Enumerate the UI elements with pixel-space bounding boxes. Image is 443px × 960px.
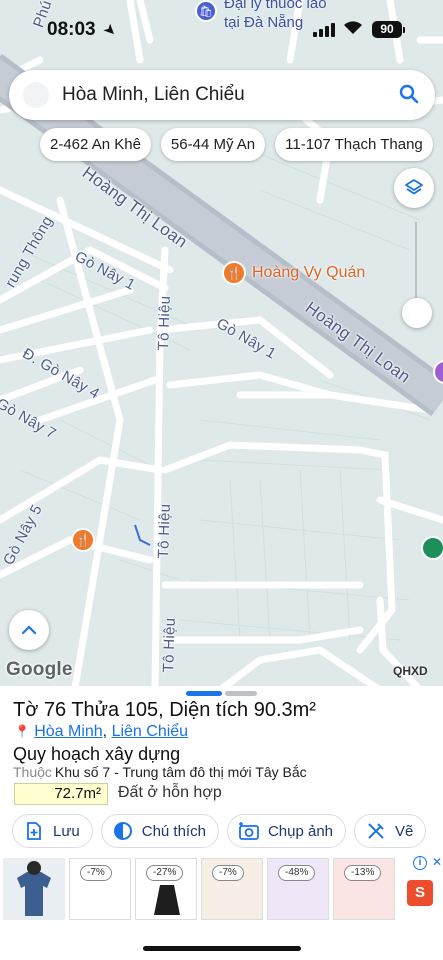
pencil-ruler-icon bbox=[365, 820, 387, 842]
legend-button[interactable]: Chú thích bbox=[100, 814, 219, 848]
ad-info-icon[interactable]: i bbox=[413, 856, 427, 870]
search-bar[interactable]: Hòa Minh, Liên Chiểu bbox=[9, 70, 435, 120]
restaurant-pin-icon[interactable]: 🍴 bbox=[222, 261, 246, 285]
chip-an-khe[interactable]: 2-462 An Khê bbox=[40, 128, 151, 161]
skirt-thumbnail bbox=[154, 885, 180, 915]
draw-button[interactable]: Vẽ bbox=[354, 814, 427, 848]
district-link[interactable]: Liên Chiểu bbox=[112, 723, 189, 740]
shopee-logo-icon[interactable]: S bbox=[407, 880, 433, 906]
location-arrow-icon: ➤ bbox=[99, 19, 121, 41]
layers-button[interactable] bbox=[394, 168, 434, 208]
overlay-tag: QHXD bbox=[393, 664, 428, 678]
wifi-icon bbox=[343, 20, 363, 40]
road-label-to-hieu-3: Tô Hiệu bbox=[160, 617, 179, 673]
plan-title: Quy hoạch xây dựng bbox=[13, 744, 181, 764]
search-query[interactable]: Hòa Minh, Liên Chiểu bbox=[62, 84, 245, 106]
parcel-bottom-sheet: Tờ 76 Thửa 105, Diện tích 90.3m² 📍 Hòa Mi… bbox=[0, 686, 443, 960]
ward-link[interactable]: Hòa Minh bbox=[34, 723, 102, 740]
layers-icon bbox=[405, 179, 423, 195]
camera-add-icon bbox=[238, 820, 260, 842]
home-indicator[interactable] bbox=[143, 946, 301, 951]
ad-product-6[interactable]: -13% bbox=[333, 858, 395, 920]
discount-badge: -13% bbox=[344, 865, 382, 881]
chevron-up-icon bbox=[21, 625, 37, 635]
ad-product-5[interactable]: -48% bbox=[267, 858, 329, 920]
land-type: Đất ở hỗn hợp bbox=[118, 784, 222, 801]
location-pin-icon: 📍 bbox=[14, 724, 31, 739]
ad-product-2[interactable]: -7% bbox=[69, 858, 131, 920]
ad-product-4[interactable]: -7% bbox=[201, 858, 263, 920]
contrast-icon bbox=[112, 820, 134, 842]
chip-my-an[interactable]: 56-44 Mỹ An bbox=[160, 128, 266, 161]
search-icon[interactable] bbox=[397, 82, 421, 106]
save-doc-icon bbox=[23, 820, 45, 842]
chip-thach-thang[interactable]: 11-107 Thạch Thang bbox=[275, 128, 433, 161]
photo-button[interactable]: Chụp ảnh bbox=[226, 814, 347, 848]
clock: 08:03 bbox=[47, 19, 96, 40]
discount-badge: -7% bbox=[212, 865, 244, 881]
ad-product-1[interactable] bbox=[3, 858, 65, 920]
parcel-address: 📍 Hòa Minh, Liên Chiểu bbox=[14, 723, 189, 740]
action-buttons: Lưu Chú thích Chụp ảnh Vẽ bbox=[12, 814, 427, 848]
land-area-value: 72.7m² bbox=[14, 783, 108, 805]
sheet-handle[interactable] bbox=[225, 691, 257, 696]
google-logo: Google bbox=[6, 659, 73, 680]
shirt-thumbnail bbox=[3, 858, 65, 920]
restaurant-pin-icon-2[interactable]: 🍴 bbox=[71, 528, 95, 552]
discount-badge: -48% bbox=[278, 865, 316, 881]
road-label-to-hieu-2: Tô Hiệu bbox=[155, 503, 174, 559]
save-button[interactable]: Lưu bbox=[12, 814, 93, 848]
place-pin-icon[interactable] bbox=[421, 536, 443, 560]
ad-product-3[interactable]: -27% bbox=[135, 858, 197, 920]
cellular-signal-icon bbox=[313, 23, 335, 37]
poi-label-hoang-vy-quan[interactable]: Hoàng Vy Quán bbox=[252, 264, 365, 282]
battery-icon: 90 bbox=[372, 21, 402, 38]
ad-close-icon[interactable]: ✕ bbox=[432, 855, 442, 869]
battery-tip bbox=[403, 27, 405, 33]
plan-zone: Thuộc Khu số 7 - Trung tâm đô thị mới Tây… bbox=[13, 764, 307, 780]
back-button[interactable] bbox=[23, 82, 49, 108]
expand-up-button[interactable] bbox=[9, 610, 49, 650]
suggestion-chips: 2-462 An Khê 56-44 Mỹ An 11-107 Thạch Th… bbox=[40, 128, 433, 161]
discount-badge: -7% bbox=[80, 865, 112, 881]
opacity-slider-knob[interactable] bbox=[402, 298, 432, 328]
status-bar: 08:03 ➤ 90 bbox=[0, 0, 443, 58]
road-label-to-hieu: Tô Hiệu bbox=[155, 295, 174, 351]
ad-banner[interactable]: -7% -27% -7% -48% -13% i ✕ S bbox=[3, 855, 443, 922]
sheet-handle-active[interactable] bbox=[186, 691, 222, 696]
parcel-title: Tờ 76 Thửa 105, Diện tích 90.3m² bbox=[13, 699, 316, 721]
map-view[interactable]: Phú Xuân K3 Hoàng Thị Loan Hoàng Thị Loa… bbox=[0, 0, 443, 688]
